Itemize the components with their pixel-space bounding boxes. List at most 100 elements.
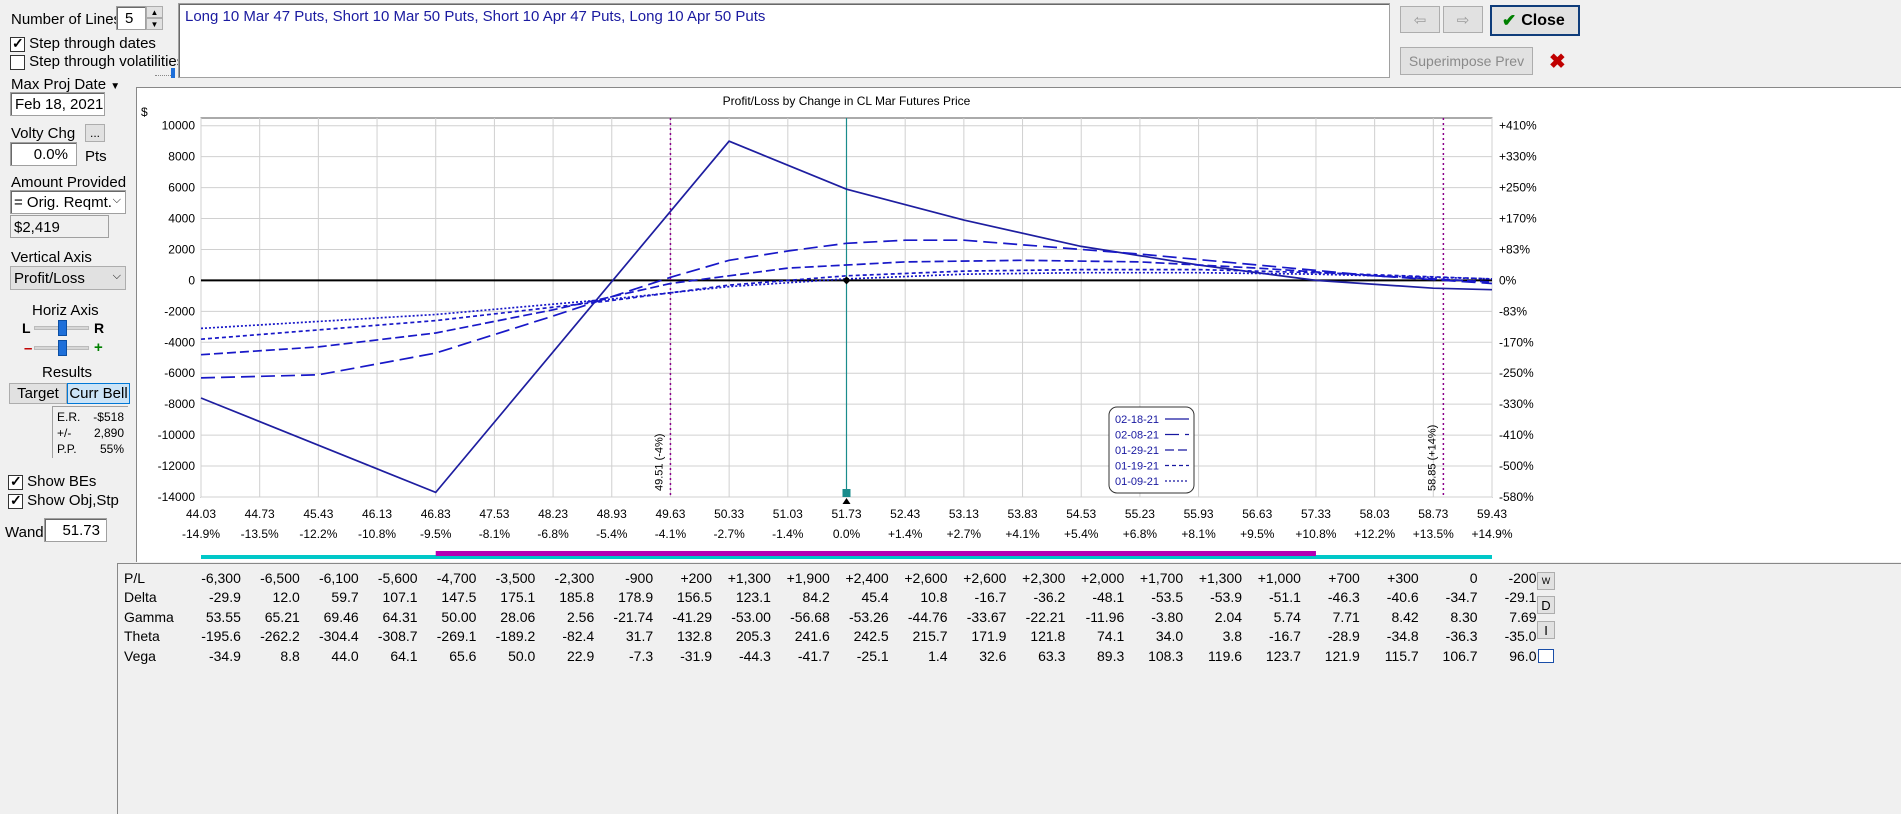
y-tick-label: -4000 bbox=[164, 335, 195, 349]
table-cell: -53.00 bbox=[731, 608, 771, 625]
table-cell: 59.7 bbox=[331, 589, 359, 606]
pl-chart[interactable]: Profit/Loss by Change in CL Mar Futures … bbox=[137, 88, 1901, 563]
minus-label: – bbox=[24, 340, 33, 357]
table-side-button-w[interactable]: W bbox=[1537, 572, 1555, 590]
max-proj-date-input[interactable]: Feb 18, 2021 bbox=[10, 92, 105, 116]
table-cell: -82.4 bbox=[562, 628, 595, 645]
table-cell: -4,700 bbox=[436, 569, 477, 586]
volty-input[interactable]: 0.0% bbox=[10, 142, 77, 166]
x-pct-tick-label: +13.5% bbox=[1413, 527, 1454, 541]
table-cell: -40.6 bbox=[1386, 589, 1419, 606]
table-row: Vega -34.9 8.8 44.0 64.1 65.6 50.0 22.9 -7.3 -31.… bbox=[124, 646, 1536, 666]
table-cell: +2,400 bbox=[845, 569, 889, 586]
step-dates-label: Step through dates bbox=[29, 35, 156, 52]
horiz-zoom-slider[interactable] bbox=[34, 340, 89, 356]
number-of-lines-input[interactable]: 5 bbox=[116, 6, 146, 30]
table-cell: +2,000 bbox=[1081, 569, 1125, 586]
table-cell: 53.55 bbox=[205, 608, 241, 625]
wand-input[interactable]: 51.73 bbox=[44, 518, 107, 542]
table-cell: -269.1 bbox=[436, 628, 477, 645]
legend-label: 01-09-21 bbox=[1115, 476, 1159, 488]
amount-select[interactable]: = Orig. Reqmt. ⌵ bbox=[10, 190, 126, 214]
table-cell: -2,300 bbox=[554, 569, 595, 586]
table-cell: -44.76 bbox=[907, 608, 948, 625]
table-cell: 147.5 bbox=[441, 589, 477, 606]
tab-curr-bell[interactable]: Curr Bell bbox=[67, 383, 130, 404]
breakeven-label: 49.51 (-4%) bbox=[653, 434, 665, 491]
table-cell: 123.7 bbox=[1265, 647, 1301, 664]
table-cell: 123.1 bbox=[735, 589, 771, 606]
table-cell: -189.2 bbox=[495, 628, 536, 645]
vertical-axis-value: Profit/Loss bbox=[14, 270, 85, 287]
pp-label: P.P. bbox=[57, 442, 77, 456]
wand-label: Wand bbox=[5, 524, 44, 541]
table-cell: -7.3 bbox=[629, 647, 654, 664]
table-cell: 96.0 bbox=[1509, 647, 1537, 664]
x-pct-tick-label: -12.2% bbox=[299, 527, 337, 541]
y-right-tick-label: -83% bbox=[1499, 304, 1527, 318]
x-tick-label: 46.83 bbox=[421, 507, 451, 521]
table-cell: -56.68 bbox=[790, 608, 830, 625]
er-value: -$518 bbox=[93, 410, 124, 424]
table-cell: +1,000 bbox=[1257, 569, 1301, 586]
show-obj-checkbox[interactable]: Show Obj,Stp bbox=[8, 492, 119, 509]
step-dates-checkbox[interactable]: Step through dates bbox=[10, 35, 156, 52]
cursor-handle[interactable] bbox=[842, 489, 851, 497]
table-cell: 8.42 bbox=[1391, 608, 1419, 625]
x-tick-label: 48.93 bbox=[597, 507, 627, 521]
x-tick-label: 54.53 bbox=[1066, 507, 1096, 521]
y-tick-label: -8000 bbox=[164, 397, 195, 411]
right-label: R bbox=[94, 320, 105, 336]
cancel-x-icon[interactable]: ✖ bbox=[1549, 49, 1566, 74]
x-tick-label: 53.83 bbox=[1008, 507, 1038, 521]
position-description[interactable]: Long 10 Mar 47 Puts, Short 10 Mar 50 Put… bbox=[178, 3, 1390, 78]
spin-down-icon[interactable]: ▼ bbox=[146, 18, 163, 30]
table-cell: -11.96 bbox=[1085, 608, 1125, 625]
y-tick-label: 2000 bbox=[168, 242, 195, 256]
objective-range-bar bbox=[435, 551, 1316, 556]
x-pct-tick-label: 0.0% bbox=[833, 527, 861, 541]
x-pct-tick-label: -2.7% bbox=[713, 527, 745, 541]
table-cell: 185.8 bbox=[559, 589, 595, 606]
table-cell: -28.9 bbox=[1327, 628, 1360, 645]
table-cell: -308.7 bbox=[377, 628, 418, 645]
table-cell: +1,700 bbox=[1139, 569, 1184, 586]
table-cell: 8.30 bbox=[1450, 608, 1478, 625]
prev-arrow-button[interactable]: ⇦ bbox=[1400, 6, 1440, 33]
speed-slider[interactable] bbox=[155, 67, 177, 79]
show-obj-label: Show Obj,Stp bbox=[27, 492, 119, 509]
show-bes-label: Show BEs bbox=[27, 473, 97, 490]
volty-more-button[interactable]: ... bbox=[85, 124, 105, 142]
x-pct-tick-label: +10.8% bbox=[1295, 527, 1336, 541]
x-pct-tick-label: -6.8% bbox=[537, 527, 569, 541]
vertical-axis-select[interactable]: Profit/Loss ⌵ bbox=[10, 266, 126, 290]
table-side-button-d[interactable]: D bbox=[1537, 596, 1555, 614]
y-tick-label: 8000 bbox=[168, 150, 195, 164]
max-proj-date-dropdown[interactable]: Max Proj Date ▼ bbox=[11, 76, 120, 93]
close-button[interactable]: ✔ Close bbox=[1490, 5, 1580, 36]
next-arrow-button[interactable]: ⇨ bbox=[1443, 6, 1483, 33]
table-side-button-i[interactable]: I bbox=[1537, 621, 1555, 639]
table-cell: 175.1 bbox=[500, 589, 536, 606]
spin-up-icon[interactable]: ▲ bbox=[146, 6, 163, 18]
legend-label: 02-08-21 bbox=[1115, 430, 1159, 442]
caret-down-icon: ▼ bbox=[110, 81, 121, 92]
pm-value: 2,890 bbox=[93, 426, 124, 440]
table-cell: 65.21 bbox=[264, 608, 300, 625]
x-pct-tick-label: -5.4% bbox=[596, 527, 628, 541]
horiz-lr-slider[interactable] bbox=[34, 320, 89, 336]
y-tick-label: -2000 bbox=[164, 304, 195, 318]
number-of-lines-label: Number of Lines bbox=[11, 11, 122, 28]
horiz-axis-label: Horiz Axis bbox=[32, 302, 99, 319]
table-cell: -34.8 bbox=[1386, 628, 1419, 645]
export-icon[interactable] bbox=[1538, 649, 1554, 663]
x-pct-tick-label: +4.1% bbox=[1005, 527, 1040, 541]
tab-target[interactable]: Target bbox=[9, 383, 67, 404]
show-bes-checkbox[interactable]: Show BEs bbox=[8, 473, 96, 490]
superimpose-prev-button[interactable]: Superimpose Prev bbox=[1400, 47, 1533, 75]
x-pct-tick-label: -4.1% bbox=[655, 527, 687, 541]
x-tick-label: 46.13 bbox=[362, 507, 392, 521]
table-cell: 171.9 bbox=[971, 628, 1007, 645]
x-tick-label: 57.33 bbox=[1301, 507, 1331, 521]
table-cell: 22.9 bbox=[566, 647, 595, 664]
